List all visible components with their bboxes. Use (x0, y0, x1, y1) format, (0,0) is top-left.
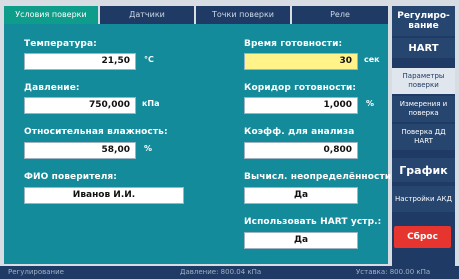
humidity-input[interactable]: 58,00 (24, 142, 136, 159)
status-setpoint: Уставка: 800.00 кПа (356, 268, 431, 276)
sidebar-settings-button[interactable]: Настройки АКД (392, 186, 455, 212)
verifier-input[interactable]: Иванов И.И. (24, 187, 184, 204)
use-hart-select[interactable]: Да (244, 232, 358, 249)
corridor-unit: % (366, 99, 375, 108)
sidebar-params-button[interactable]: Параметры поверки (392, 68, 455, 94)
coefficient-label: Коэфф. для анализа (244, 127, 355, 137)
status-pressure: Давление: 800.04 кПа (180, 268, 262, 276)
tab-bar: Условия поверки Датчики Точки поверки Ре… (4, 6, 390, 24)
tab-sensors[interactable]: Датчики (100, 6, 194, 24)
verifier-label: ФИО поверителя: (24, 172, 117, 182)
pressure-unit: кПа (142, 99, 160, 108)
sidebar-measure-button[interactable]: Измерения и поверка (392, 96, 455, 122)
ready-time-label: Время готовности: (244, 39, 343, 49)
corridor-label: Коридор готовности: (244, 83, 357, 93)
uncertainty-calc-select[interactable]: Да (244, 187, 358, 204)
sidebar-hart-button[interactable]: HART (392, 38, 455, 58)
app-window: Условия поверки Датчики Точки поверки Ре… (0, 0, 459, 279)
use-hart-label: Использовать HART устр.: (244, 217, 382, 227)
temperature-unit: °C (144, 55, 154, 64)
uncertainty-calc-label: Вычисл. неопределённости: (244, 172, 395, 182)
temperature-input[interactable]: 21,50 (24, 53, 136, 70)
reset-button[interactable]: Сброс (394, 226, 451, 248)
pressure-label: Давление: (24, 83, 80, 93)
ready-time-unit: сек (364, 55, 380, 64)
tab-relay[interactable]: Реле (292, 6, 388, 24)
coefficient-input[interactable]: 0,800 (244, 142, 358, 159)
humidity-label: Относительная влажность: (24, 127, 168, 137)
pressure-input[interactable]: 750,000 (24, 97, 136, 114)
tab-verification-conditions[interactable]: Условия поверки (4, 6, 98, 24)
corridor-input[interactable]: 1,000 (244, 97, 358, 114)
status-bar: Регулирование Давление: 800.04 кПа Устав… (0, 266, 459, 279)
status-mode: Регулирование (8, 268, 64, 276)
sidebar-graph-button[interactable]: График (392, 158, 455, 182)
sidebar-regulation-button[interactable]: Регулиро-вание (392, 6, 455, 36)
tab-verification-points[interactable]: Точки поверки (196, 6, 290, 24)
ready-time-input[interactable]: 30 (244, 53, 358, 70)
temperature-label: Температура: (24, 39, 97, 49)
humidity-unit: % (144, 144, 153, 153)
sidebar-verify-dd-button[interactable]: Поверка ДД HART (392, 124, 455, 150)
